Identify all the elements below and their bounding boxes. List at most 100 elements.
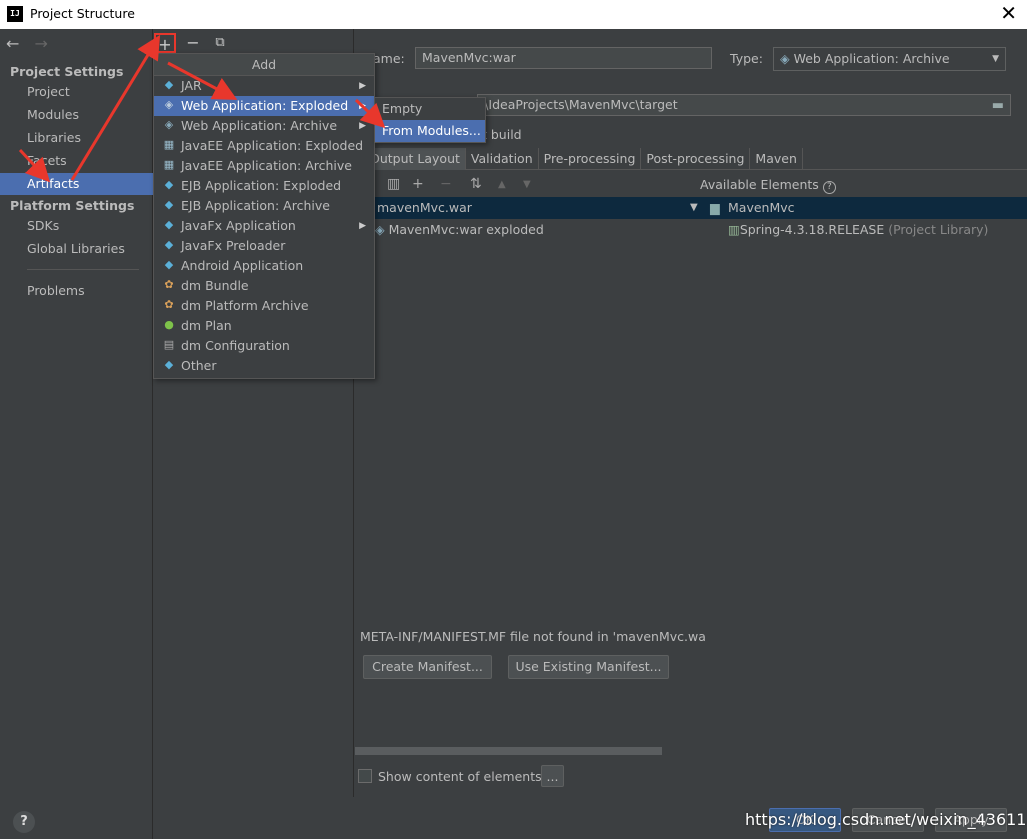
menu-item-web-application-archive[interactable]: ◈ Web Application: Archive ▶ xyxy=(154,116,374,136)
add-artifact-menu: Add ◆ JAR ▶ ◈ Web Application: Exploded ▶ ◈ W… xyxy=(153,53,375,379)
menu-item-ejb-application-exploded[interactable]: ◆ EJB Application: Exploded xyxy=(154,176,374,196)
show-content-label: Show content of elements xyxy=(378,769,542,784)
menu-item-dm-configuration[interactable]: ▤ dm Configuration xyxy=(154,336,374,356)
menu-item-label: Android Application xyxy=(181,258,304,273)
sort-icon[interactable]: ⇅ xyxy=(470,176,482,192)
tab-validation[interactable]: Validation xyxy=(466,148,539,170)
web-app-icon: ◈ xyxy=(164,118,174,131)
menu-item-label: dm Platform Archive xyxy=(181,298,309,313)
horizontal-scrollbar[interactable] xyxy=(355,747,662,755)
menu-item-label: Other xyxy=(181,358,217,373)
tree-selected-row[interactable]: mavenMvc.war ▼ ▆ MavenMvc xyxy=(365,197,1027,219)
available-elements-label: Available Elements? xyxy=(700,177,836,194)
diamond-icon: ◆ xyxy=(164,358,174,371)
library-note: (Project Library) xyxy=(888,222,989,237)
tree-row-exploded[interactable]: ◈ MavenMvc:war exploded xyxy=(375,219,544,241)
menu-item-label: Web Application: Exploded xyxy=(181,98,349,113)
chevron-down-icon: ▼ xyxy=(992,54,999,64)
menu-item-label: dm Configuration xyxy=(181,338,290,353)
module-folder-icon: ▆ xyxy=(710,200,720,215)
artifact-type-value: Web Application: Archive xyxy=(793,51,950,66)
tab-post-processing[interactable]: Post-processing xyxy=(641,148,751,170)
web-exploded-submenu: Empty From Modules... xyxy=(374,97,486,143)
submenu-arrow-icon: ▶ xyxy=(359,81,366,91)
menu-item-jar[interactable]: ◆ JAR ▶ xyxy=(154,76,374,96)
diamond-icon: ◆ xyxy=(164,238,174,251)
submenu-arrow-icon: ▶ xyxy=(359,121,366,131)
name-label: ame: xyxy=(373,51,405,66)
menu-item-javafx-application[interactable]: ◆ JavaFx Application ▶ xyxy=(154,216,374,236)
sidebar-item-facets[interactable]: Facets xyxy=(0,150,153,172)
sidebar-divider xyxy=(27,269,139,270)
sidebar-item-modules[interactable]: Modules xyxy=(0,104,153,126)
artifact-name-field[interactable]: MavenMvc:war xyxy=(415,47,712,69)
help-question-icon[interactable]: ? xyxy=(822,181,836,194)
submenu-arrow-icon: ▶ xyxy=(359,101,366,111)
tab-output-layout[interactable]: Output Layout xyxy=(365,148,466,170)
manifest-warning: META-INF/MANIFEST.MF file not found in '… xyxy=(360,629,706,644)
menu-item-javaee-application-exploded[interactable]: ▦ JavaEE Application: Exploded xyxy=(154,136,374,156)
submenu-item-from-modules[interactable]: From Modules... xyxy=(375,120,485,142)
bundle-icon: ✿ xyxy=(164,298,174,311)
javaee-icon: ▦ xyxy=(163,138,175,151)
menu-item-javaee-application-archive[interactable]: ▦ JavaEE Application: Archive xyxy=(154,156,374,176)
sidebar-item-project[interactable]: Project xyxy=(0,81,153,103)
plan-icon: ● xyxy=(164,318,174,331)
sidebar-item-artifacts[interactable]: Artifacts xyxy=(0,173,153,195)
menu-item-dm-bundle[interactable]: ✿ dm Bundle xyxy=(154,276,374,296)
tree-row-library[interactable]: ▥Spring-4.3.18.RELEASE (Project Library) xyxy=(728,219,988,241)
library-icon: ▥ xyxy=(728,222,740,237)
sidebar-item-problems[interactable]: Problems xyxy=(0,280,153,302)
back-arrow-icon[interactable]: ← xyxy=(6,34,19,53)
bundle-icon: ✿ xyxy=(164,278,174,291)
tab-maven[interactable]: Maven xyxy=(750,148,803,170)
menu-item-android-application[interactable]: ◆ Android Application xyxy=(154,256,374,276)
web-app-icon: ◈ xyxy=(780,51,794,66)
use-existing-manifest-button[interactable]: Use Existing Manifest... xyxy=(508,655,669,679)
menu-item-ejb-application-archive[interactable]: ◆ EJB Application: Archive xyxy=(154,196,374,216)
menu-item-label: EJB Application: Exploded xyxy=(181,178,342,193)
forward-arrow-icon[interactable]: → xyxy=(35,34,48,53)
add-artifact-button[interactable]: + xyxy=(154,33,176,54)
menu-item-label: dm Bundle xyxy=(181,278,249,293)
watermark-text: https://blog.csdn.net/weixin_43611145 xyxy=(745,810,1027,829)
menu-item-label: JavaFx Preloader xyxy=(181,238,286,253)
menu-item-dm-plan[interactable]: ● dm Plan xyxy=(154,316,374,336)
remove-artifact-button[interactable]: − xyxy=(182,33,204,53)
ejb-icon: ◆ xyxy=(164,178,174,191)
menu-item-label: JavaEE Application: Exploded xyxy=(181,138,364,153)
expand-arrow-icon[interactable]: ▼ xyxy=(690,197,698,219)
sidebar-item-global-libraries[interactable]: Global Libraries xyxy=(0,238,153,260)
remove-element-icon[interactable]: − xyxy=(440,176,452,192)
tab-pre-processing[interactable]: Pre-processing xyxy=(539,148,642,170)
diamond-icon: ◆ xyxy=(164,218,174,231)
folder-icon[interactable]: ▬ xyxy=(992,96,1004,116)
sidebar-item-libraries[interactable]: Libraries xyxy=(0,127,153,149)
artifact-type-select[interactable]: ◈ Web Application: Archive ▼ xyxy=(773,47,1006,71)
output-directory-value: :\IdeaProjects\MavenMvc\target xyxy=(480,97,678,112)
browse-button[interactable]: ... xyxy=(541,765,564,787)
menu-item-other[interactable]: ◆ Other xyxy=(154,356,374,376)
menu-item-web-application-exploded[interactable]: ◈ Web Application: Exploded ▶ xyxy=(154,96,374,116)
submenu-item-empty[interactable]: Empty xyxy=(375,98,485,120)
move-up-icon[interactable]: ▲ xyxy=(498,179,506,190)
menu-item-dm-platform-archive[interactable]: ✿ dm Platform Archive xyxy=(154,296,374,316)
add-element-icon[interactable]: + xyxy=(412,176,424,192)
menu-item-label: dm Plan xyxy=(181,318,232,333)
copy-artifact-button[interactable]: ⧉ xyxy=(209,33,231,53)
close-icon[interactable]: ✕ xyxy=(1000,2,1017,24)
window-title: Project Structure xyxy=(30,6,135,21)
exploded-node: MavenMvc:war exploded xyxy=(388,222,544,237)
create-manifest-button[interactable]: Create Manifest... xyxy=(363,655,492,679)
move-down-icon[interactable]: ▼ xyxy=(523,179,531,190)
show-content-checkbox[interactable] xyxy=(358,769,372,783)
directory-icon[interactable]: ▥ xyxy=(387,176,400,192)
output-directory-field[interactable]: :\IdeaProjects\MavenMvc\target ▬ xyxy=(477,94,1011,116)
sidebar-item-sdks[interactable]: SDKs xyxy=(0,215,153,237)
ejb-icon: ◆ xyxy=(164,198,174,211)
web-app-icon: ◈ xyxy=(375,222,389,237)
menu-item-javafx-preloader[interactable]: ◆ JavaFx Preloader xyxy=(154,236,374,256)
war-root-node: mavenMvc.war xyxy=(377,200,472,215)
web-app-icon: ◈ xyxy=(164,98,174,111)
help-icon[interactable]: ? xyxy=(13,811,35,833)
